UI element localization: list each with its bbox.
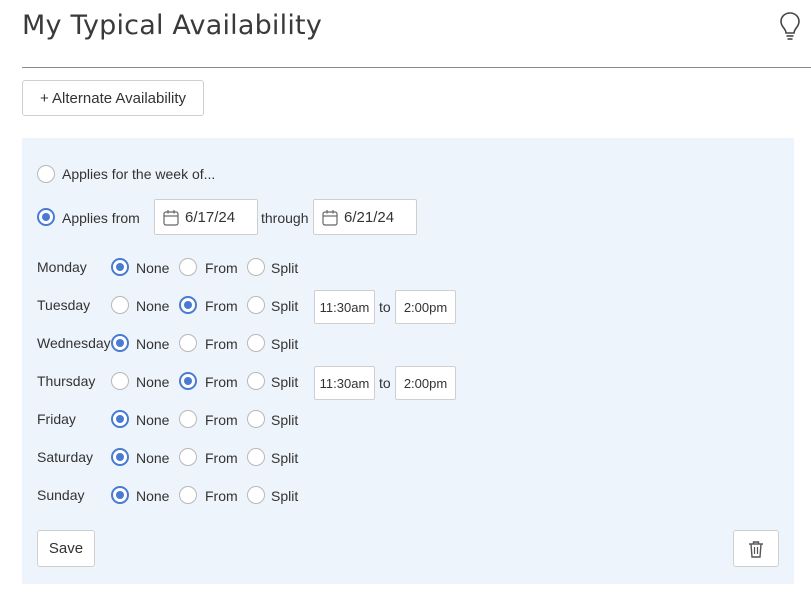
option-none-label: None [136,260,170,276]
friday-split-radio[interactable] [247,410,265,428]
thursday-from-radio[interactable] [179,372,197,390]
option-from-label: From [205,488,238,504]
tuesday-end-time[interactable]: 2:00pm [395,290,456,324]
lightbulb-icon[interactable] [779,11,801,41]
option-split-label: Split [271,488,299,504]
start-date-value: 6/17/24 [185,209,236,226]
to-label: to [379,375,391,391]
option-none-label: None [136,374,170,390]
option-none-label: None [136,450,170,466]
option-from-label: From [205,298,238,314]
option-from-label: From [205,450,238,466]
option-none-label: None [136,298,170,314]
sunday-from-radio[interactable] [179,486,197,504]
option-split-label: Split [271,298,299,314]
option-none-label: None [136,488,170,504]
option-split-label: Split [271,450,299,466]
saturday-none-radio[interactable] [111,448,129,466]
day-label-friday: Friday [37,411,76,427]
end-date-field[interactable]: 6/21/24 [313,199,417,235]
tuesday-none-radio[interactable] [111,296,129,314]
option-split-label: Split [271,260,299,276]
day-label-saturday: Saturday [37,449,94,465]
day-label-wednesday: Wednesday [37,335,111,351]
option-from-label: From [205,374,238,390]
through-label: through [261,210,309,226]
header-divider [22,67,811,68]
option-none-label: None [136,412,170,428]
thursday-none-radio[interactable] [111,372,129,390]
sunday-split-radio[interactable] [247,486,265,504]
option-none-label: None [136,336,170,352]
start-date-field[interactable]: 6/17/24 [154,199,258,235]
alternate-availability-button[interactable]: + Alternate Availability [22,80,204,116]
tuesday-split-radio[interactable] [247,296,265,314]
option-split-label: Split [271,412,299,428]
delete-button[interactable] [733,530,779,567]
monday-from-radio[interactable] [179,258,197,276]
end-date-value: 6/21/24 [344,209,395,226]
tuesday-from-radio[interactable] [179,296,197,314]
sunday-none-radio[interactable] [111,486,129,504]
wednesday-split-radio[interactable] [247,334,265,352]
option-split-label: Split [271,374,299,390]
friday-from-radio[interactable] [179,410,197,428]
day-label-monday: Monday [37,259,87,275]
calendar-icon [322,210,338,226]
option-split-label: Split [271,336,299,352]
calendar-icon [163,210,179,226]
saturday-split-radio[interactable] [247,448,265,466]
thursday-split-radio[interactable] [247,372,265,390]
trash-icon [749,540,763,558]
option-from-label: From [205,260,238,276]
friday-none-radio[interactable] [111,410,129,428]
to-label: to [379,299,391,315]
thursday-start-time[interactable]: 11:30am [314,366,375,400]
day-label-tuesday: Tuesday [37,297,91,313]
week-of-label: Applies for the week of... [62,166,216,182]
applies-from-radio[interactable] [37,208,55,226]
week-of-radio[interactable] [37,165,55,183]
day-label-sunday: Sunday [37,487,85,503]
wednesday-none-radio[interactable] [111,334,129,352]
availability-panel: Applies for the week of... Applies from … [22,138,794,584]
monday-none-radio[interactable] [111,258,129,276]
save-button[interactable]: Save [37,530,95,567]
thursday-end-time[interactable]: 2:00pm [395,366,456,400]
option-from-label: From [205,412,238,428]
applies-from-label: Applies from [62,210,140,226]
option-from-label: From [205,336,238,352]
tuesday-start-time[interactable]: 11:30am [314,290,375,324]
wednesday-from-radio[interactable] [179,334,197,352]
saturday-from-radio[interactable] [179,448,197,466]
day-label-thursday: Thursday [37,373,96,389]
monday-split-radio[interactable] [247,258,265,276]
page-title: My Typical Availability [22,10,323,41]
